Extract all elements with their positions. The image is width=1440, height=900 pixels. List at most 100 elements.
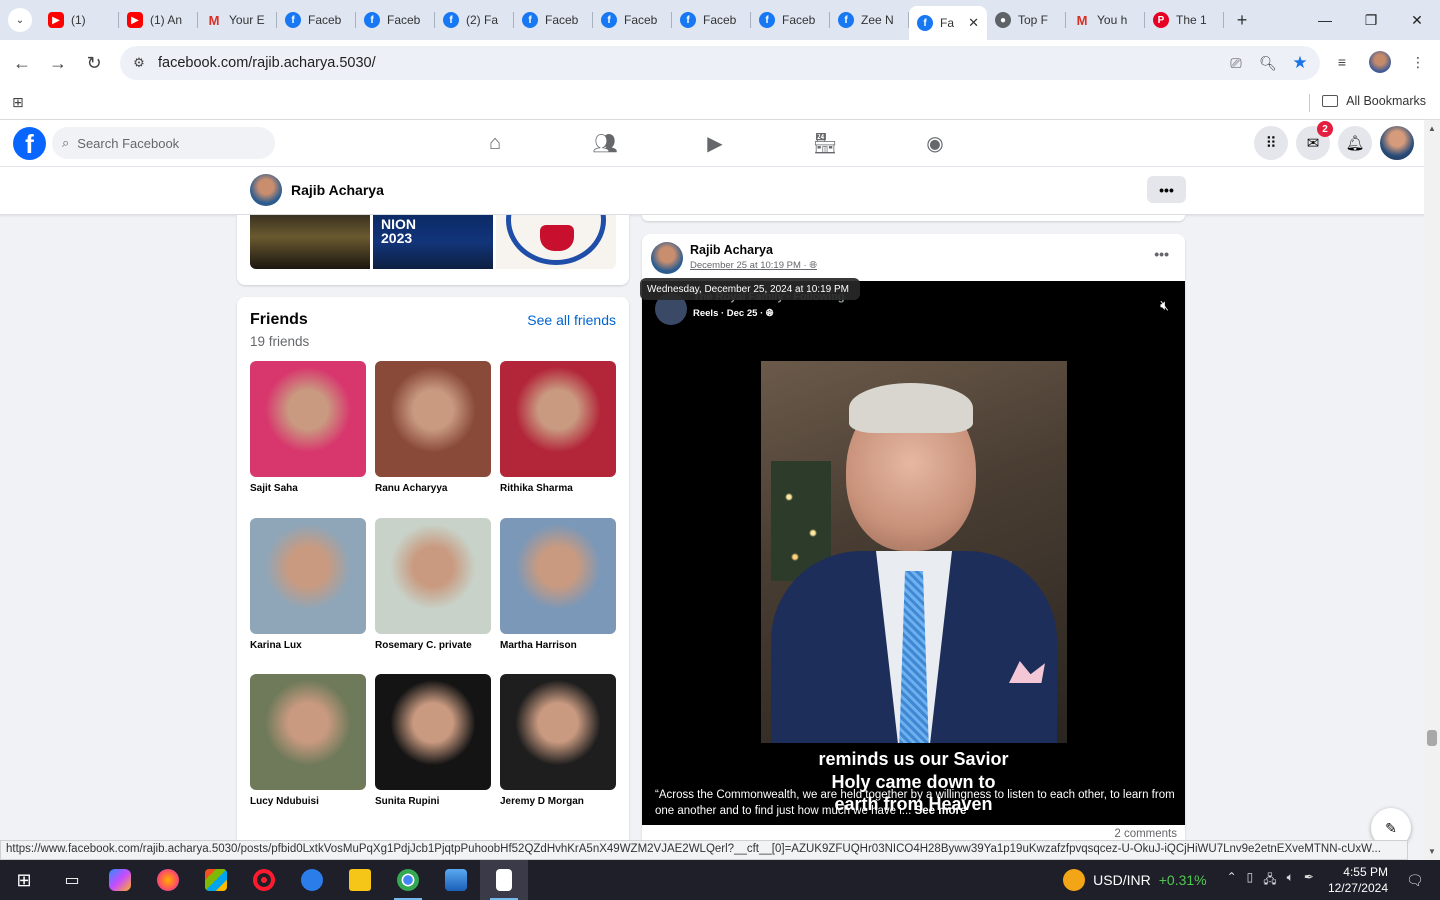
- opera-app[interactable]: [240, 860, 288, 900]
- notifications-button[interactable]: 🔔︎: [1338, 126, 1372, 160]
- browser-tab[interactable]: f Fa ✕: [909, 6, 987, 40]
- friend-tile[interactable]: Karina Lux: [250, 518, 366, 651]
- browser-tab[interactable]: ▶ (1) An: [119, 0, 198, 40]
- friend-name[interactable]: Rosemary C. private: [375, 640, 491, 651]
- marketplace-icon[interactable]: 🏪︎: [770, 120, 880, 167]
- friends-icon[interactable]: 👥︎: [550, 120, 660, 167]
- firefox-app[interactable]: [144, 860, 192, 900]
- address-bar[interactable]: ⚙ facebook.com/rajib.acharya.5030/ ⎚ 🔍︎ …: [120, 46, 1320, 80]
- close-tab-icon[interactable]: ✕: [968, 15, 979, 31]
- post-options-button[interactable]: •••: [1154, 246, 1169, 262]
- profile-avatar-small[interactable]: [250, 174, 282, 206]
- copilot-app[interactable]: [96, 860, 144, 900]
- reel-video[interactable]: The Royal Family · Following Reels · Dec…: [642, 281, 1185, 825]
- bookmark-star-icon[interactable]: ★: [1288, 51, 1312, 75]
- site-info-icon[interactable]: ⚙: [128, 52, 150, 74]
- post-author-avatar[interactable]: [651, 242, 683, 274]
- browser-tab[interactable]: f Zee N: [830, 0, 909, 40]
- zoom-icon[interactable]: 🔍︎: [1256, 51, 1280, 75]
- chrome-menu-icon[interactable]: ⋮: [1406, 50, 1430, 74]
- comments-count[interactable]: 2 comments: [1114, 828, 1177, 840]
- browser-tab[interactable]: ● Top F: [987, 0, 1066, 40]
- account-avatar[interactable]: [1380, 126, 1414, 160]
- forward-button[interactable]: →: [40, 45, 76, 81]
- friend-photo[interactable]: [375, 361, 491, 477]
- friend-photo[interactable]: [500, 518, 616, 634]
- new-tab-button[interactable]: +: [1228, 6, 1256, 34]
- friend-tile[interactable]: Lucy Ndubuisi: [250, 674, 366, 807]
- browser-tab[interactable]: f Faceb: [514, 0, 593, 40]
- post-timestamp[interactable]: December 25 at 10:19 PM · 🌐︎: [690, 260, 817, 271]
- task-view-button[interactable]: ▭: [48, 860, 96, 900]
- friend-tile[interactable]: Martha Harrison: [500, 518, 616, 651]
- friend-name[interactable]: Jeremy D Morgan: [500, 796, 616, 807]
- clock[interactable]: 4:55 PM 12/27/2024: [1328, 864, 1388, 896]
- minimize-button[interactable]: —: [1302, 0, 1348, 40]
- friend-photo[interactable]: [500, 361, 616, 477]
- chevron-up-icon[interactable]: ⌃: [1227, 870, 1237, 891]
- browser-tab[interactable]: M You h: [1066, 0, 1145, 40]
- messenger-button[interactable]: ✉ 2: [1296, 121, 1333, 160]
- apps-grid-icon[interactable]: ⊞: [12, 94, 24, 111]
- friend-tile[interactable]: Rosemary C. private: [375, 518, 491, 651]
- friend-tile[interactable]: Jeremy D Morgan: [500, 674, 616, 807]
- facebook-logo-icon[interactable]: f: [13, 127, 46, 160]
- see-more-link[interactable]: See more: [915, 805, 967, 817]
- close-window-button[interactable]: ✕: [1394, 0, 1440, 40]
- friend-name[interactable]: Martha Harrison: [500, 640, 616, 651]
- friend-tile[interactable]: Rithika Sharma: [500, 361, 616, 494]
- friend-photo[interactable]: [375, 674, 491, 790]
- reload-button[interactable]: ↻: [76, 45, 112, 81]
- browser-tab[interactable]: f Faceb: [672, 0, 751, 40]
- profile-name[interactable]: Rajib Acharya: [291, 182, 384, 198]
- friend-tile[interactable]: Sunita Rupini: [375, 674, 491, 807]
- friend-photo[interactable]: [375, 518, 491, 634]
- profile-more-button[interactable]: •••: [1147, 176, 1186, 203]
- scrollbar-thumb[interactable]: [1427, 730, 1437, 746]
- media-control-icon[interactable]: ≡: [1330, 50, 1354, 74]
- chrome-app[interactable]: [384, 860, 432, 900]
- all-bookmarks-button[interactable]: All Bookmarks: [1322, 94, 1426, 108]
- friend-tile[interactable]: Sajit Saha: [250, 361, 366, 494]
- browser-tab[interactable]: f (2) Fa: [435, 0, 514, 40]
- currency-widget[interactable]: USD/INR +0.31%: [1063, 869, 1207, 891]
- browser-tab[interactable]: f Faceb: [751, 0, 830, 40]
- notification-center-icon[interactable]: 🗨︎: [1406, 872, 1430, 889]
- scroll-down-icon[interactable]: ▼: [1428, 847, 1436, 856]
- tab-search-button[interactable]: ⌄: [0, 0, 40, 40]
- notepad-app[interactable]: [480, 860, 528, 900]
- groups-icon[interactable]: ◉: [880, 120, 990, 167]
- friend-name[interactable]: Rithika Sharma: [500, 483, 616, 494]
- battery-icon[interactable]: ▯: [1247, 870, 1254, 891]
- friend-name[interactable]: Sajit Saha: [250, 483, 366, 494]
- browser-tab[interactable]: f Faceb: [277, 0, 356, 40]
- restore-button[interactable]: ❐: [1348, 0, 1394, 40]
- scroll-up-icon[interactable]: ▲: [1428, 124, 1436, 133]
- mute-icon[interactable]: 🔇︎: [1160, 297, 1169, 314]
- friend-name[interactable]: Ranu Acharyya: [375, 483, 491, 494]
- remote-app[interactable]: [288, 860, 336, 900]
- browser-tab[interactable]: f Faceb: [593, 0, 672, 40]
- back-button[interactable]: ←: [4, 45, 40, 81]
- browser-tab[interactable]: M Your E: [198, 0, 277, 40]
- friend-name[interactable]: Lucy Ndubuisi: [250, 796, 366, 807]
- browser-tab[interactable]: P The 1: [1145, 0, 1224, 40]
- friend-photo[interactable]: [250, 361, 366, 477]
- start-button[interactable]: ⊞: [0, 860, 48, 900]
- photo-thumbnail[interactable]: NION 2023: [373, 215, 493, 269]
- post-author[interactable]: Rajib Acharya: [690, 243, 773, 257]
- see-all-friends-link[interactable]: See all friends: [527, 312, 616, 328]
- friend-name[interactable]: Sunita Rupini: [375, 796, 491, 807]
- menu-grid-button[interactable]: ⠿: [1254, 126, 1288, 160]
- friend-photo[interactable]: [250, 518, 366, 634]
- friend-name[interactable]: Karina Lux: [250, 640, 366, 651]
- home-icon[interactable]: ⌂: [440, 120, 550, 167]
- network-icon[interactable]: 🖧︎: [1263, 870, 1276, 891]
- photos-app[interactable]: [432, 860, 480, 900]
- browser-tab[interactable]: ▶ (1): [40, 0, 119, 40]
- friend-photo[interactable]: [500, 674, 616, 790]
- pen-icon[interactable]: ✒: [1304, 870, 1314, 891]
- store-app[interactable]: [192, 860, 240, 900]
- facebook-search-input[interactable]: ⌕ Search Facebook: [52, 127, 275, 159]
- friend-photo[interactable]: [250, 674, 366, 790]
